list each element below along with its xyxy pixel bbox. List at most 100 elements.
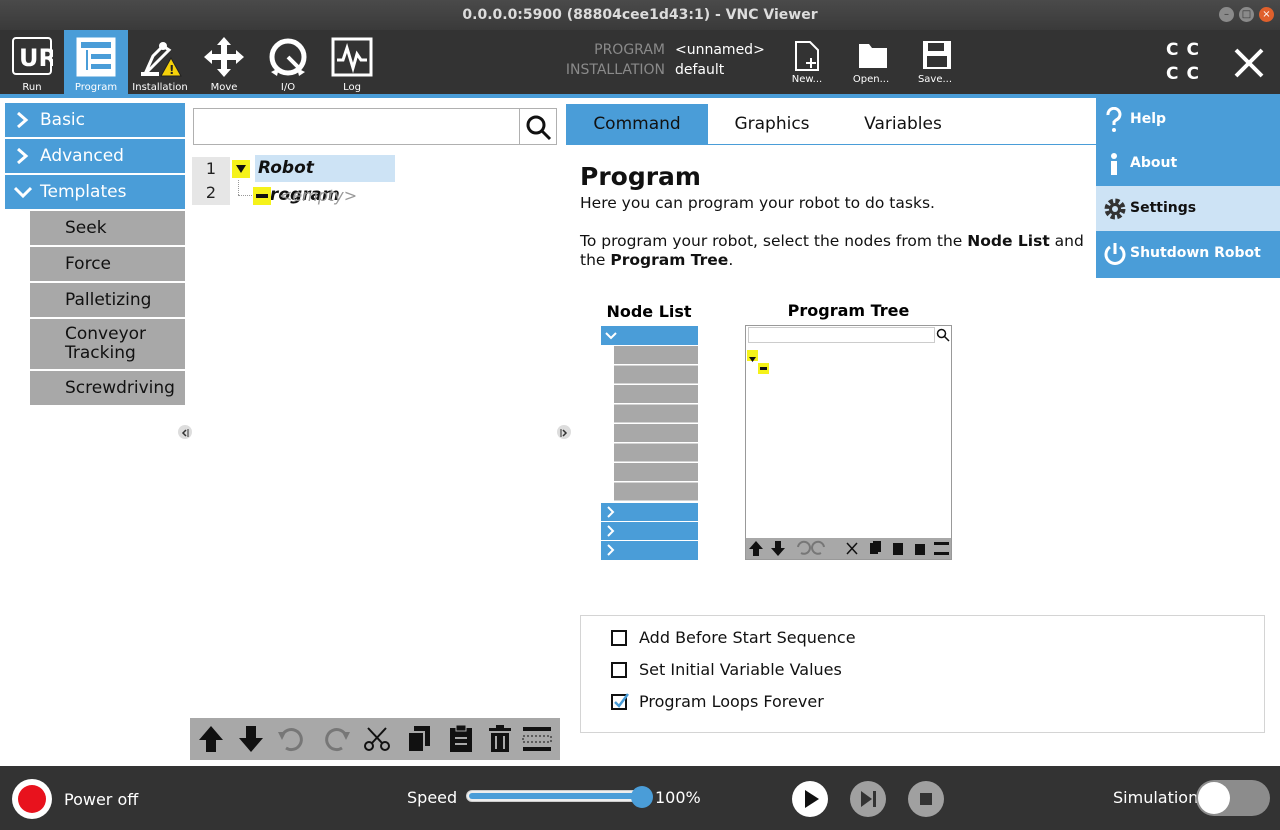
installation-tab[interactable]: ! Installation (128, 30, 192, 94)
add-before-start-checkbox[interactable] (611, 630, 627, 646)
node-list-illustration (601, 326, 698, 560)
checkmark-icon (614, 693, 629, 708)
tree-node-robot-program[interactable]: Robot Program (255, 155, 395, 205)
tree-node-empty[interactable]: <empty> (279, 184, 357, 208)
new-file-icon (795, 41, 819, 71)
mini-search-field (748, 327, 935, 343)
run-tab[interactable]: UR Run (0, 30, 64, 94)
mini-toolbar-icons (749, 540, 949, 556)
template-seek[interactable]: Seek (30, 211, 185, 245)
template-screwdriving[interactable]: Screwdriving (30, 371, 185, 405)
node-list-category-open (601, 326, 698, 345)
save-disk-icon (923, 41, 951, 69)
collapse-node-toggle[interactable] (232, 160, 250, 178)
paste-icon[interactable] (448, 724, 474, 754)
left-panel-resize-handle[interactable] (178, 425, 192, 439)
maximize-button[interactable]: □ (1239, 7, 1254, 22)
tab-variables[interactable]: Variables (836, 104, 970, 144)
program-tree-illustration (745, 325, 952, 560)
expand-right-icon (560, 429, 568, 437)
folder-icon (859, 44, 887, 68)
play-button[interactable] (792, 781, 828, 817)
program-tree-search-field[interactable] (193, 108, 557, 145)
suppress-icon[interactable] (522, 726, 552, 752)
stop-button[interactable] (908, 781, 944, 817)
speed-slider-thumb[interactable] (631, 786, 653, 808)
io-icon (269, 38, 307, 76)
power-icon (1104, 243, 1126, 265)
redo-icon[interactable] (320, 726, 350, 752)
menu-item-about[interactable]: About (1096, 141, 1280, 186)
menu-item-settings[interactable]: Settings (1096, 186, 1280, 231)
node-list-title: Node List (606, 302, 692, 321)
tab-command[interactable]: Command (566, 104, 708, 144)
io-tab[interactable]: I/O (256, 30, 320, 94)
program-tab[interactable]: Program (64, 30, 128, 94)
open-file-button[interactable]: Open... (841, 30, 901, 94)
triangle-down-icon (236, 165, 246, 173)
template-force[interactable]: Force (30, 247, 185, 281)
chevron-right-icon (17, 148, 29, 164)
empty-node-icon (253, 187, 271, 205)
cc-indicator-bottom: CC (1166, 64, 1207, 84)
ur-logo-icon: UR (12, 37, 53, 75)
play-icon (805, 790, 819, 808)
chevron-right-icon (17, 112, 29, 128)
simulation-toggle[interactable] (1196, 780, 1270, 816)
template-conveyor-tracking[interactable]: Conveyor Tracking (30, 319, 185, 369)
new-file-button[interactable]: New... (777, 30, 837, 94)
chevron-right-icon (607, 506, 615, 518)
save-file-button[interactable]: Save... (905, 30, 965, 94)
line-number-1: 1 (192, 157, 230, 181)
search-divider (519, 109, 520, 144)
power-off-button[interactable] (12, 779, 52, 819)
chevron-down-icon (14, 186, 32, 199)
program-loops-forever-checkbox[interactable] (611, 693, 629, 710)
program-tree-search-input[interactable] (196, 111, 516, 142)
move-down-icon[interactable] (238, 724, 264, 754)
program-icon (76, 37, 116, 77)
log-icon (331, 37, 373, 77)
cc-indicator-top: CC (1166, 40, 1207, 60)
mini-tree-toolbar (746, 538, 951, 559)
status-footer: Power off Speed 100% Simulation (0, 766, 1280, 830)
delete-icon[interactable] (488, 724, 512, 754)
svg-text:!: ! (169, 63, 174, 77)
menu-item-shutdown[interactable]: Shutdown Robot (1096, 231, 1280, 276)
window-close-button[interactable]: × (1259, 7, 1274, 22)
minimize-button[interactable]: – (1219, 7, 1234, 22)
installation-meta-label: INSTALLATION (565, 62, 665, 78)
set-initial-values-checkbox[interactable] (611, 662, 627, 678)
tree-panel-resize-handle[interactable] (557, 425, 571, 439)
move-up-icon[interactable] (198, 724, 224, 754)
tree-connector-h (238, 195, 252, 196)
search-icon[interactable] (526, 115, 552, 141)
category-basic[interactable]: Basic (5, 103, 185, 137)
mini-empty-node (758, 363, 769, 374)
simulation-label: Simulation (1113, 788, 1199, 807)
set-initial-values-label: Set Initial Variable Values (639, 660, 842, 679)
move-tab[interactable]: Move (192, 30, 256, 94)
step-button[interactable] (850, 781, 886, 817)
gear-icon (1104, 198, 1126, 220)
category-advanced[interactable]: Advanced (5, 139, 185, 173)
speed-label: Speed (407, 788, 458, 807)
speed-slider-track[interactable] (466, 790, 642, 802)
step-forward-icon (861, 791, 876, 807)
undo-icon[interactable] (278, 726, 308, 752)
category-templates[interactable]: Templates (5, 175, 185, 209)
template-palletizing[interactable]: Palletizing (30, 283, 185, 317)
cut-icon[interactable] (364, 726, 390, 752)
chevron-down-icon (605, 332, 617, 340)
line-number-2: 2 (192, 181, 230, 205)
window-titlebar: 0.0.0.0:5900 (88804cee1d43:1) - VNC View… (0, 0, 1280, 30)
speed-slider-fill (469, 793, 641, 799)
menu-close-button[interactable] (1232, 46, 1266, 80)
copy-icon[interactable] (406, 724, 432, 754)
log-tab[interactable]: Log (320, 30, 384, 94)
info-icon (1111, 153, 1117, 175)
tab-graphics[interactable]: Graphics (708, 104, 836, 144)
program-loops-forever-label: Program Loops Forever (639, 692, 824, 711)
menu-item-help[interactable]: Help (1096, 97, 1280, 142)
mini-collapse-toggle (747, 350, 758, 362)
